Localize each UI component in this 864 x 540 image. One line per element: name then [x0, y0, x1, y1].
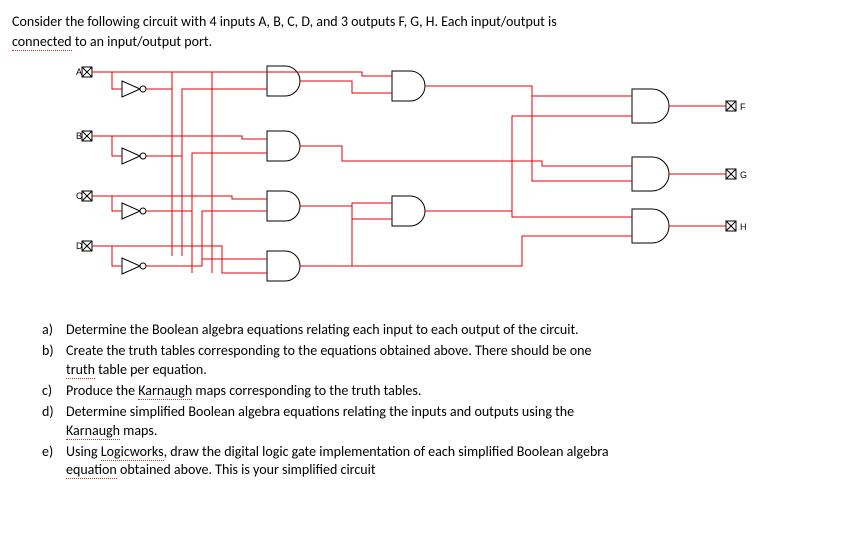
and-gate-3 — [267, 191, 300, 221]
input-port-c: C — [76, 191, 92, 201]
q-text: Produce the Karnaugh maps corresponding … — [66, 382, 852, 401]
circuit-diagram: A B C D F G H — [62, 61, 762, 301]
intro-line2-underlined: connected — [12, 33, 72, 51]
output-port-g: G — [726, 169, 747, 180]
intro-line1: Consider the following circuit with 4 in… — [12, 13, 557, 30]
and-gate-4 — [267, 251, 300, 281]
q-marker: b) — [42, 342, 66, 380]
q-marker: d) — [42, 403, 66, 441]
intro-line2-rest: to an input/output port. — [72, 33, 212, 50]
not-gate-c — [122, 203, 146, 219]
input-port-b: B — [76, 131, 92, 141]
question-d: d) Determine simplified Boolean algebra … — [42, 403, 852, 441]
svg-text:G: G — [740, 170, 747, 180]
question-e: e) Using Logicworks, draw the digital lo… — [42, 443, 852, 481]
and-gate-1 — [267, 66, 300, 96]
input-port-a: A — [76, 67, 92, 77]
q-text: Determine simplified Boolean algebra equ… — [66, 403, 852, 441]
and-gate-h — [632, 209, 669, 243]
and-gate-g — [632, 157, 669, 191]
wire-network — [92, 72, 726, 273]
q-marker: a) — [42, 321, 66, 340]
output-port-f: F — [726, 101, 746, 112]
svg-text:H: H — [740, 222, 747, 232]
q-text: Determine the Boolean algebra equations … — [66, 321, 852, 340]
q-marker: c) — [42, 382, 66, 401]
q-text: Create the truth tables corresponding to… — [66, 342, 852, 380]
and-gate-5 — [392, 71, 425, 101]
not-gate-d — [122, 258, 146, 274]
question-list: a) Determine the Boolean algebra equatio… — [42, 321, 852, 480]
not-gate-a — [122, 81, 146, 97]
not-gate-b — [122, 148, 146, 164]
question-c: c) Produce the Karnaugh maps correspondi… — [42, 382, 852, 401]
svg-text:A: A — [76, 67, 82, 77]
intro-text: Consider the following circuit with 4 in… — [12, 12, 852, 51]
question-a: a) Determine the Boolean algebra equatio… — [42, 321, 852, 340]
svg-text:F: F — [740, 102, 746, 112]
output-port-h: H — [726, 221, 747, 232]
and-gate-6 — [392, 196, 425, 226]
q-text: Using Logicworks, draw the digital logic… — [66, 443, 852, 481]
input-port-d: D — [76, 241, 92, 251]
and-gate-2 — [267, 131, 300, 161]
question-b: b) Create the truth tables corresponding… — [42, 342, 852, 380]
and-gate-f — [632, 89, 669, 123]
svg-text:B: B — [76, 131, 82, 141]
q-marker: e) — [42, 443, 66, 481]
